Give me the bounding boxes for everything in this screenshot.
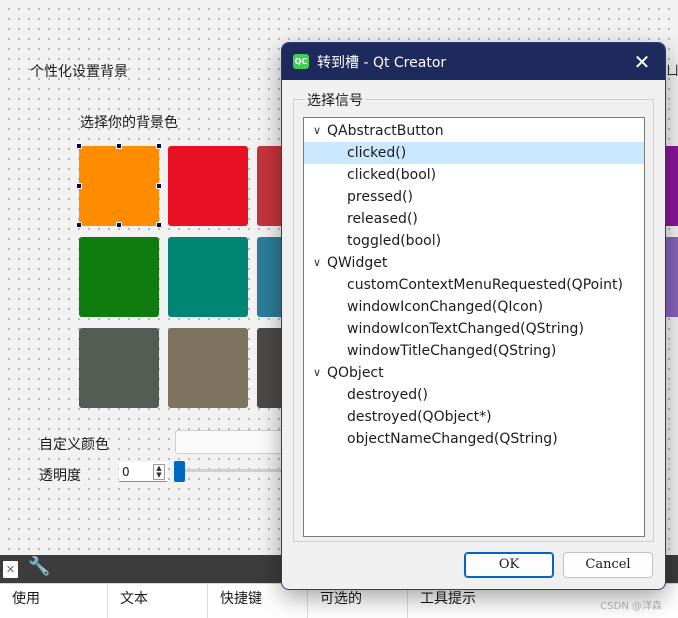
dialog-titlebar[interactable]: QC 转到槽 - Qt Creator ✕	[282, 43, 665, 80]
tree-row-label: customContextMenuRequested(QPoint)	[347, 277, 623, 293]
selection-handle[interactable]	[116, 143, 122, 149]
spin-arrows[interactable]: ▲ ▼	[153, 464, 165, 480]
delete-action-icon[interactable]: ✕	[3, 561, 18, 578]
tree-row-label: clicked(bool)	[347, 167, 437, 183]
opacity-slider-handle[interactable]	[174, 461, 185, 482]
go-to-slot-dialog: QC 转到槽 - Qt Creator ✕ 选择信号 ∨ QAbstractBut…	[281, 42, 666, 590]
tree-row-label: toggled(bool)	[347, 233, 442, 249]
tree-signal-row[interactable]: destroyed(QObject*)	[304, 406, 644, 428]
color-swatch[interactable]	[79, 328, 159, 408]
color-swatch[interactable]	[79, 146, 159, 226]
wrench-icon[interactable]: 🔧	[28, 556, 50, 577]
tree-signal-row[interactable]: windowIconTextChanged(QString)	[304, 318, 644, 340]
tree-signal-row[interactable]: customContextMenuRequested(QPoint)	[304, 274, 644, 296]
header-text[interactable]: 文本	[108, 584, 208, 618]
close-icon[interactable]: ✕	[629, 49, 655, 75]
selection-handle[interactable]	[156, 143, 162, 149]
color-swatch[interactable]	[168, 328, 248, 408]
tree-signal-row[interactable]: toggled(bool)	[304, 230, 644, 252]
tree-row-label: QAbstractButton	[327, 123, 444, 139]
selection-handle[interactable]	[156, 183, 162, 189]
color-swatch[interactable]	[168, 237, 248, 317]
tree-row-label: objectNameChanged(QString)	[347, 431, 558, 447]
tree-group-row[interactable]: ∨ QAbstractButton	[304, 120, 644, 142]
tree-signal-row[interactable]: destroyed()	[304, 384, 644, 406]
tree-signal-row[interactable]: clicked(bool)	[304, 164, 644, 186]
opacity-spinbox[interactable]: 0 ▲ ▼	[119, 462, 167, 482]
right-edge-fragment: ㄩ	[666, 64, 678, 79]
select-signal-label: 选择信号	[305, 90, 365, 110]
tree-row-label: clicked()	[347, 145, 407, 161]
tree-group-row[interactable]: ∨ QObject	[304, 362, 644, 384]
chevron-down-icon[interactable]: ∨	[310, 252, 324, 274]
opacity-value: 0	[122, 464, 130, 479]
dialog-title: 转到槽 - Qt Creator	[317, 55, 447, 71]
tree-row-label: destroyed()	[347, 387, 429, 403]
tree-row-label: pressed()	[347, 189, 413, 205]
tree-row-label: windowIconTextChanged(QString)	[347, 321, 584, 337]
selection-handle[interactable]	[76, 222, 82, 228]
selection-handle[interactable]	[76, 183, 82, 189]
tree-row-label: destroyed(QObject*)	[347, 409, 492, 425]
chevron-down-icon[interactable]: ∨	[310, 362, 324, 384]
tree-signal-row[interactable]: windowIconChanged(QIcon)	[304, 296, 644, 318]
cancel-button[interactable]: Cancel	[563, 552, 653, 578]
custom-color-label: 自定义颜色	[39, 437, 109, 453]
ok-button[interactable]: OK	[464, 552, 554, 578]
selection-handle[interactable]	[156, 222, 162, 228]
tree-signal-row[interactable]: released()	[304, 208, 644, 230]
pick-color-label: 选择你的背景色	[80, 115, 178, 131]
tree-signal-row[interactable]: clicked()	[304, 142, 644, 164]
qt-creator-logo-icon: QC	[293, 54, 309, 69]
tree-row-label: windowTitleChanged(QString)	[347, 343, 557, 359]
color-swatch[interactable]	[168, 146, 248, 226]
tree-signal-row[interactable]: pressed()	[304, 186, 644, 208]
signal-tree[interactable]: ∨ QAbstractButton clicked() clicked(bool) pr…	[303, 117, 645, 537]
spin-down-icon[interactable]: ▼	[156, 472, 161, 479]
tree-row-label: QWidget	[327, 255, 388, 271]
color-swatch[interactable]	[79, 237, 159, 317]
selection-handle[interactable]	[76, 143, 82, 149]
opacity-label: 透明度	[39, 468, 81, 484]
tree-signal-row[interactable]: objectNameChanged(QString)	[304, 428, 644, 450]
watermark: CSDN @洋森	[600, 601, 662, 612]
chevron-down-icon[interactable]: ∨	[310, 120, 324, 142]
tree-signal-row[interactable]: windowTitleChanged(QString)	[304, 340, 644, 362]
header-used[interactable]: 使用	[0, 584, 108, 618]
tree-row-label: windowIconChanged(QIcon)	[347, 299, 544, 315]
tree-row-label: QObject	[327, 365, 384, 381]
selection-handle[interactable]	[116, 222, 122, 228]
tree-group-row[interactable]: ∨ QWidget	[304, 252, 644, 274]
group-title: 个性化设置背景	[30, 64, 128, 80]
tree-row-label: released()	[347, 211, 418, 227]
